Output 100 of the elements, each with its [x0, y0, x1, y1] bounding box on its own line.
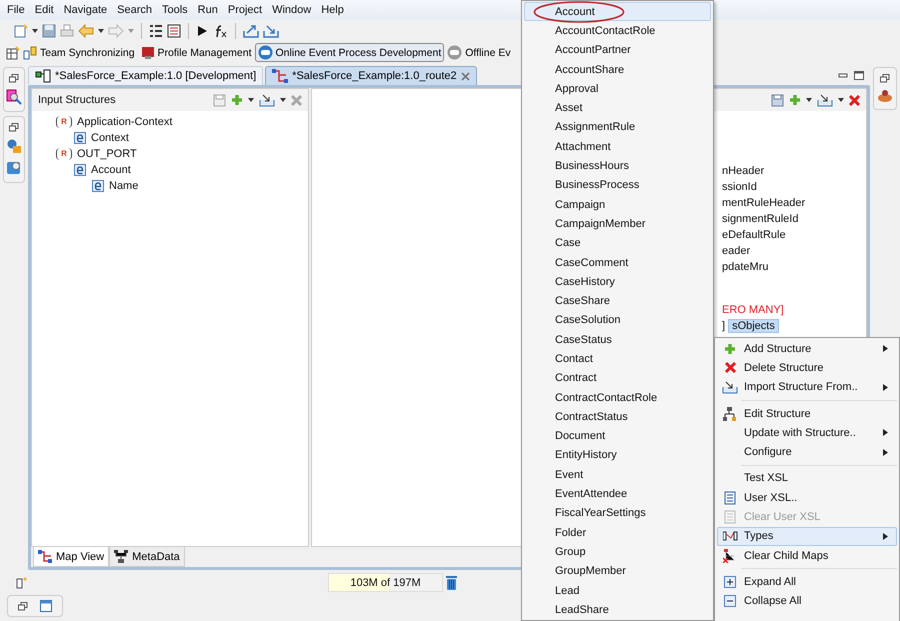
- perspective-tab[interactable]: Offline Ev: [444, 43, 514, 62]
- new-file-icon[interactable]: [14, 24, 28, 38]
- save-icon[interactable]: [771, 94, 784, 106]
- menu-item[interactable]: Edit Structure: [717, 404, 897, 424]
- menu-item[interactable]: Configure: [717, 442, 897, 462]
- menu-item[interactable]: CaseComment: [524, 252, 711, 272]
- magnifier-icon[interactable]: [6, 89, 22, 105]
- dropdown-arrow-icon[interactable]: [838, 98, 844, 102]
- window-icon[interactable]: [40, 600, 52, 612]
- dropdown-arrow-icon[interactable]: [32, 29, 38, 33]
- delete-icon[interactable]: [849, 94, 860, 106]
- maximize-icon[interactable]: [854, 70, 864, 80]
- menu-item[interactable]: User XSL..: [717, 488, 897, 508]
- menu-item[interactable]: Types: [717, 526, 897, 546]
- menu-item[interactable]: Window: [267, 4, 316, 16]
- restore-icon[interactable]: [18, 602, 28, 610]
- database-icon[interactable]: [6, 160, 22, 176]
- menu-item[interactable]: Run: [192, 4, 223, 16]
- tree-item[interactable]: Application-Context: [77, 116, 172, 128]
- open-perspective-icon[interactable]: [6, 46, 20, 60]
- menu-item[interactable]: BusinessHours: [524, 156, 711, 176]
- tree-item[interactable]: sObjects: [728, 319, 779, 333]
- menu-item[interactable]: AccountContactRole: [524, 21, 711, 41]
- fast-view-icon[interactable]: [16, 576, 28, 589]
- menu-item[interactable]: AssignmentRule: [524, 118, 711, 138]
- menu-item[interactable]: Folder: [524, 523, 711, 542]
- menu-item[interactable]: Campaign: [524, 194, 711, 214]
- menu-item[interactable]: Lead: [524, 580, 711, 600]
- menu-item[interactable]: AccountShare: [524, 60, 711, 80]
- menu-item[interactable]: Attachment: [524, 137, 711, 156]
- tree-item[interactable]: Context: [91, 132, 129, 144]
- menu-item[interactable]: Update with Structure..: [717, 423, 897, 442]
- menu-item[interactable]: FiscalYearSettings: [524, 504, 711, 524]
- tree-item[interactable]: eDefaultRule: [722, 229, 786, 241]
- menu-item[interactable]: Expand All: [717, 572, 897, 592]
- menu-item[interactable]: Asset: [524, 98, 711, 118]
- tree-item[interactable]: Account: [91, 164, 131, 176]
- menu-item[interactable]: Project: [222, 4, 268, 16]
- menu-item[interactable]: CaseStatus: [524, 330, 711, 350]
- menu-item[interactable]: Navigate: [58, 4, 112, 16]
- list-icon[interactable]: [149, 24, 163, 38]
- menu-item[interactable]: ContractContactRole: [524, 388, 711, 408]
- tree-item[interactable]: ERO MANY]: [722, 304, 784, 316]
- tree-item[interactable]: ssionId: [722, 181, 757, 193]
- menu-item[interactable]: ContractStatus: [524, 407, 711, 427]
- trash-icon[interactable]: [446, 575, 457, 590]
- tree-item[interactable]: OUT_PORT: [77, 148, 137, 160]
- perspective-tab[interactable]: Team Synchronizing: [20, 43, 138, 62]
- restore-icon[interactable]: [9, 123, 19, 132]
- tree-item[interactable]: nHeader: [722, 165, 764, 177]
- import-icon[interactable]: [259, 94, 275, 106]
- menu-item[interactable]: EntityHistory: [524, 446, 711, 466]
- menu-item[interactable]: Collapse All: [717, 592, 897, 611]
- menu-item[interactable]: Event: [524, 465, 711, 484]
- menu-item[interactable]: Tools: [156, 4, 193, 16]
- menu-item[interactable]: Test XSL: [717, 468, 897, 488]
- perspective-tab[interactable]: Profile Management: [138, 43, 255, 62]
- menu-item[interactable]: Approval: [524, 79, 711, 98]
- tree-item[interactable]: Name: [109, 180, 138, 192]
- tree-item[interactable]: eader: [722, 245, 750, 257]
- editor-tab[interactable]: *SalesForce_Example:1.0_route2: [265, 66, 477, 85]
- view-tab[interactable]: MetaData: [109, 547, 185, 567]
- menu-item[interactable]: Document: [524, 426, 711, 446]
- tree-item[interactable]: mentRuleHeader: [722, 197, 806, 209]
- menu-item[interactable]: LeadShare: [524, 600, 711, 620]
- list-icon[interactable]: [167, 24, 181, 38]
- menu-item[interactable]: Search: [112, 4, 157, 16]
- dropdown-arrow-icon[interactable]: [98, 29, 104, 33]
- dropdown-arrow-icon[interactable]: [248, 98, 254, 102]
- menu-item[interactable]: CampaignMember: [524, 214, 711, 234]
- menu-item[interactable]: Clear Child Maps: [717, 546, 897, 566]
- menu-item[interactable]: Delete Structure: [717, 358, 897, 378]
- tree-item[interactable]: signmentRuleId: [722, 213, 798, 225]
- tree-item[interactable]: pdateMru: [722, 261, 768, 273]
- menu-item[interactable]: Contact: [524, 349, 711, 369]
- menu-item[interactable]: GroupMember: [524, 562, 711, 581]
- menu-item[interactable]: Help: [316, 4, 349, 16]
- menu-item[interactable]: EventAttendee: [524, 484, 711, 504]
- view-tab[interactable]: Map View: [33, 547, 110, 567]
- menu-item[interactable]: Account: [524, 2, 711, 22]
- perspective-tab[interactable]: Online Event Process Development: [254, 43, 444, 62]
- export-icon[interactable]: [243, 24, 259, 38]
- menu-item[interactable]: Contract: [524, 368, 711, 388]
- dropdown-arrow-icon[interactable]: [806, 98, 812, 102]
- dropdown-arrow-icon[interactable]: [280, 98, 286, 102]
- close-icon[interactable]: [460, 72, 470, 80]
- menu-item[interactable]: Case: [524, 234, 711, 253]
- menu-item[interactable]: Group: [524, 542, 711, 562]
- menu-item[interactable]: File: [2, 4, 30, 16]
- menu-item[interactable]: Import Structure From..: [717, 378, 897, 397]
- import-icon[interactable]: [817, 94, 833, 106]
- run-icon[interactable]: [196, 25, 208, 37]
- menu-item[interactable]: CaseShare: [524, 291, 711, 311]
- restore-icon[interactable]: [9, 74, 19, 83]
- menu-item[interactable]: Edit: [30, 4, 59, 16]
- menu-item[interactable]: CaseSolution: [524, 310, 711, 330]
- restore-icon[interactable]: [880, 74, 890, 83]
- menu-item[interactable]: AccountPartner: [524, 40, 711, 60]
- editor-tab[interactable]: *SalesForce_Example:1.0 [Development]: [28, 66, 264, 85]
- menu-item[interactable]: BusinessProcess: [524, 176, 711, 195]
